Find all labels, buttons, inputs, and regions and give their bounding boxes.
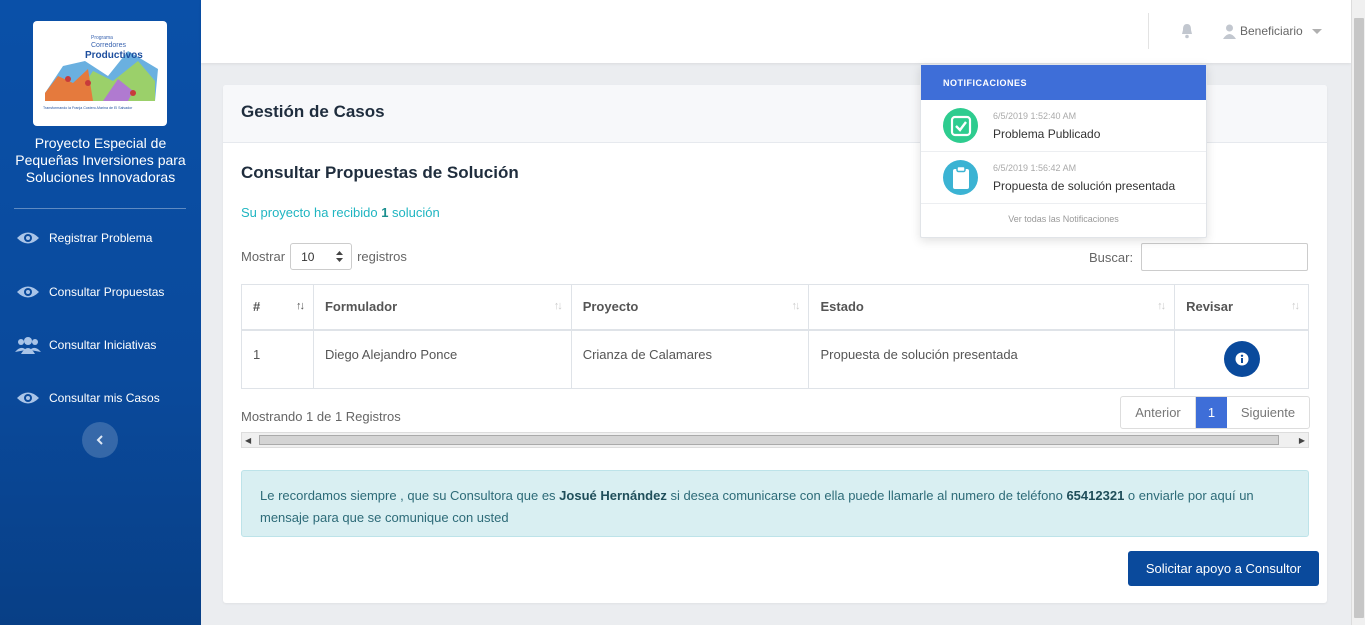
chevron-left-icon	[96, 435, 103, 445]
logo-name-line1: Corredores	[91, 42, 127, 49]
proposals-info: Su proyecto ha recibido 1 solución	[241, 205, 440, 220]
select-arrows-icon	[336, 251, 344, 262]
sidebar-item-consultar-propuestas[interactable]: Consultar Propuestas	[14, 277, 164, 307]
table-search: Buscar:	[1089, 243, 1309, 271]
logo-graphic: Programa Corredores Productivos Transfor…	[43, 35, 158, 110]
cell-proyecto: Crianza de Calamares	[570, 329, 810, 389]
consultant-reminder-alert: Le recordamos siempre , que su Consultor…	[241, 470, 1309, 537]
user-role-label: Beneficiario	[1240, 24, 1303, 38]
request-consultant-support-button[interactable]: Solicitar apoyo a Consultor	[1128, 551, 1319, 586]
users-icon	[14, 335, 42, 355]
cell-number: 1	[241, 329, 314, 389]
notification-item[interactable]: 6/5/2019 1:52:40 AM Problema Publicado	[921, 100, 1206, 152]
notification-text: Problema Publicado	[993, 127, 1101, 141]
notification-text: Propuesta de solución presentada	[993, 179, 1176, 193]
search-label: Buscar:	[1089, 249, 1134, 265]
sidebar-item-consultar-iniciativas[interactable]: Consultar Iniciativas	[14, 330, 156, 360]
cell-formulador: Diego Alejandro Ponce	[312, 329, 572, 389]
horizontal-scrollbar[interactable]: ◀ ▶	[241, 432, 1309, 448]
sidebar-project-title: Proyecto Especial de Pequeñas Inversione…	[15, 135, 186, 185]
table-row: 1 Diego Alejandro Ponce Crianza de Calam…	[241, 329, 1309, 389]
check-icon	[943, 108, 978, 143]
table-info: Mostrando 1 de 1 Registros	[241, 409, 401, 424]
user-menu[interactable]: Beneficiario	[1223, 22, 1322, 40]
records-label: registros	[357, 249, 407, 264]
logo-program-text: Programa	[91, 35, 113, 41]
page-length-value: 10	[301, 249, 315, 264]
search-input[interactable]	[1141, 243, 1309, 271]
column-header-revisar[interactable]: Revisar ↑↓	[1174, 284, 1309, 331]
chevron-down-icon	[1311, 28, 1322, 34]
alert-text-1: Le recordamos siempre , que su Consultor…	[260, 488, 560, 503]
sidebar-item-label: Registrar Problema	[49, 231, 153, 245]
scrollbar-thumb[interactable]	[1354, 18, 1364, 618]
cell-estado: Propuesta de solución presentada	[808, 329, 1176, 389]
sidebar-collapse-button[interactable]	[82, 422, 118, 458]
notification-item[interactable]: 6/5/2019 1:56:42 AM Propuesta de solució…	[921, 152, 1206, 204]
review-info-button[interactable]	[1223, 340, 1260, 377]
column-header-estado[interactable]: Estado ↑↓	[808, 284, 1176, 331]
notifications-header: NOTIFICACIONES	[921, 65, 1206, 100]
column-header-number[interactable]: # ↑↓	[241, 284, 314, 331]
scrollbar-thumb[interactable]	[259, 435, 1279, 445]
column-header-proyecto[interactable]: Proyecto ↑↓	[570, 284, 810, 331]
sidebar-item-registrar-problema[interactable]: Registrar Problema	[14, 223, 152, 253]
info-icon	[1235, 352, 1249, 365]
page-title: Gestión de Casos	[241, 102, 385, 121]
eye-icon	[14, 282, 42, 302]
scroll-right-arrow-icon[interactable]: ▶	[1299, 436, 1305, 445]
eye-icon	[14, 228, 42, 248]
topbar-divider	[1148, 13, 1149, 49]
notification-time: 6/5/2019 1:56:42 AM	[993, 163, 1077, 173]
sort-icon: ↑↓	[295, 300, 305, 312]
section-title: Consultar Propuestas de Solución	[241, 163, 519, 182]
pagination: Anterior 1 Siguiente	[1120, 396, 1310, 429]
sidebar-item-label: Consultar Iniciativas	[49, 338, 157, 352]
sidebar-item-label: Consultar mis Casos	[49, 391, 160, 405]
pagination-page-1[interactable]: 1	[1196, 397, 1227, 428]
logo[interactable]: Programa Corredores Productivos Transfor…	[33, 21, 167, 126]
page-length-select[interactable]: 10	[290, 243, 353, 270]
consultant-phone: 65412321	[1066, 488, 1125, 503]
info-suffix: solución	[388, 205, 440, 220]
logo-name-line2: Productivos	[85, 50, 143, 61]
sort-icon: ↑↓	[553, 300, 563, 312]
table-header-row: # ↑↓ Formulador ↑↓ Proyecto ↑↓ Estado ↑↓ Rev…	[241, 284, 1309, 331]
sidebar-item-consultar-mis-casos[interactable]: Consultar mis Casos	[14, 383, 160, 413]
view-all-notifications-link[interactable]: Ver todas las Notificaciones	[921, 214, 1206, 224]
sidebar-divider	[14, 208, 186, 209]
sidebar-item-label: Consultar Propuestas	[49, 285, 165, 299]
sidebar: Programa Corredores Productivos Transfor…	[0, 0, 201, 625]
logo-tagline: Transformando la Franja Costero-Marina d…	[43, 106, 133, 110]
scroll-left-arrow-icon[interactable]: ◀	[245, 436, 251, 445]
pagination-previous[interactable]: Anterior	[1121, 397, 1196, 428]
show-label: Mostrar	[241, 249, 286, 264]
topbar: Beneficiario	[201, 0, 1351, 63]
pagination-next[interactable]: Siguiente	[1227, 397, 1309, 428]
page-length-control: Mostrar 10 registros	[241, 243, 407, 270]
sort-icon: ↑↓	[1157, 300, 1166, 312]
eye-icon	[14, 388, 42, 408]
clipboard-icon	[943, 160, 978, 195]
consultant-name: Josué Hernández	[559, 488, 667, 503]
bell-icon[interactable]	[1179, 23, 1195, 39]
cell-revisar	[1174, 329, 1309, 389]
proposals-table: # ↑↓ Formulador ↑↓ Proyecto ↑↓ Estado ↑↓ Rev…	[241, 284, 1309, 389]
sort-icon: ↑↓	[1291, 300, 1300, 312]
notifications-dropdown: NOTIFICACIONES 6/5/2019 1:52:40 AM Probl…	[920, 64, 1207, 238]
vertical-scrollbar[interactable]	[1351, 0, 1365, 625]
info-prefix: Su proyecto ha recibido	[241, 205, 382, 220]
notification-time: 6/5/2019 1:52:40 AM	[993, 111, 1077, 121]
alert-text-2: si desea comunicarse con ella puede llam…	[666, 488, 1067, 503]
user-icon	[1223, 24, 1236, 39]
column-header-formulador[interactable]: Formulador ↑↓	[312, 284, 572, 331]
sort-icon: ↑↓	[791, 300, 800, 312]
